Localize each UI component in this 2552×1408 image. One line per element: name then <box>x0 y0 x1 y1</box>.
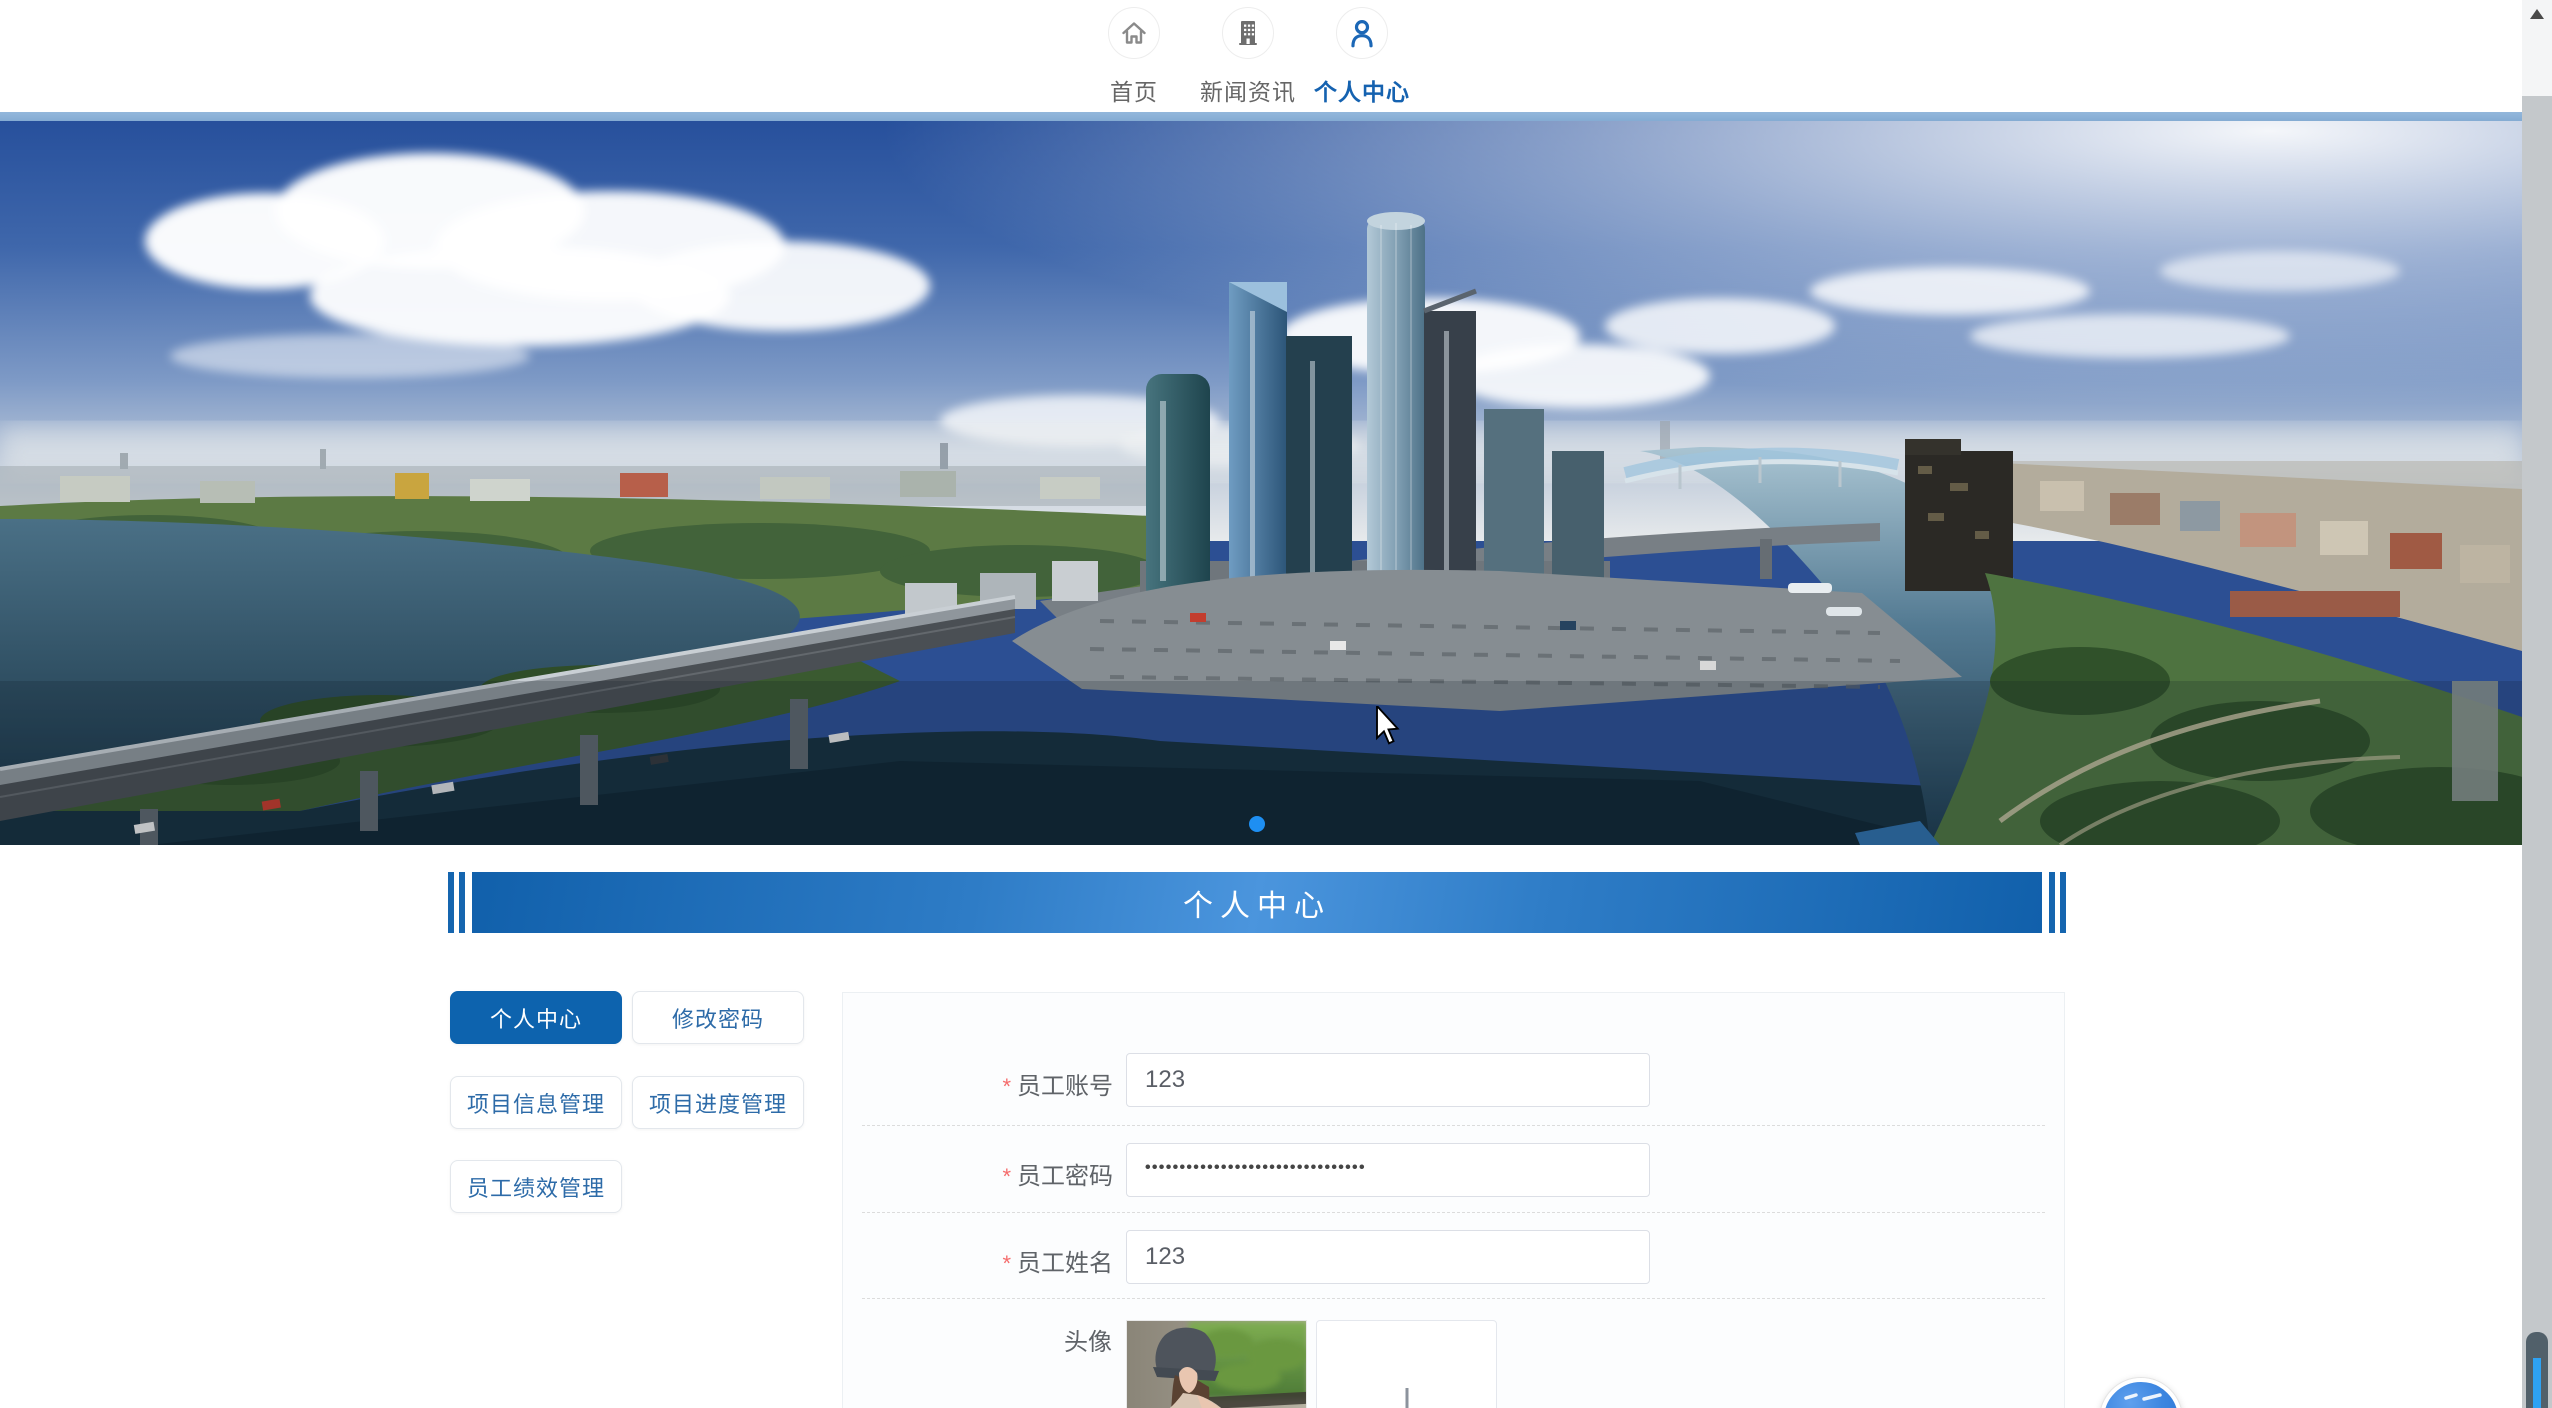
hero-carousel-slide <box>0 121 2522 845</box>
avatar-upload-button[interactable] <box>1316 1320 1497 1408</box>
plus-icon <box>1378 1382 1436 1408</box>
sidebar-item-profile[interactable]: 个人中心 <box>450 991 622 1044</box>
nav-label-news: 新闻资讯 <box>1200 73 1296 107</box>
row-separator <box>862 1212 2045 1213</box>
name-label: *员工姓名 <box>850 1243 1113 1278</box>
scroll-up-arrow-icon[interactable] <box>2530 9 2544 19</box>
sidebar-item-project-progress[interactable]: 项目进度管理 <box>632 1076 804 1129</box>
sidebar-item-project-info[interactable]: 项目信息管理 <box>450 1076 622 1129</box>
sidebar-item-performance[interactable]: 员工绩效管理 <box>450 1160 622 1213</box>
required-mark: * <box>1002 1074 1011 1099</box>
scrollbar-track[interactable] <box>2522 0 2552 1408</box>
nav-item-home[interactable]: 首页 <box>1077 0 1191 112</box>
scrollbar-top-cap <box>2522 0 2552 96</box>
section-banner: 个人中心 <box>448 872 2066 933</box>
password-input[interactable]: •••••••••••••••••••••••••••••••• <box>1126 1143 1650 1197</box>
nav-items: 首页 新闻资讯 <box>1077 0 1419 112</box>
sidebar-item-change-password[interactable]: 修改密码 <box>632 991 804 1044</box>
password-label: *员工密码 <box>850 1156 1113 1191</box>
page: 首页 新闻资讯 <box>0 0 2552 1408</box>
nav-item-profile[interactable]: 个人中心 <box>1305 0 1419 112</box>
banner-stripe <box>2049 872 2055 933</box>
banner-bar: 个人中心 <box>472 872 2042 933</box>
nav-underline <box>0 112 2552 121</box>
scrollbar-thumb[interactable] <box>2526 1332 2548 1408</box>
avatar-label: 头像 <box>850 1322 1112 1357</box>
nav-item-news[interactable]: 新闻资讯 <box>1191 0 1305 112</box>
banner-title: 个人中心 <box>1183 881 1331 925</box>
top-navbar: 首页 新闻资讯 <box>0 0 2522 112</box>
scrollbar-thumb-accent <box>2533 1358 2541 1408</box>
user-icon <box>1336 7 1388 59</box>
nav-label-profile: 个人中心 <box>1314 73 1410 107</box>
name-input[interactable] <box>1126 1230 1650 1284</box>
banner-stripe <box>448 872 454 933</box>
password-masked-value: •••••••••••••••••••••••••••••••• <box>1145 1159 1366 1177</box>
building-icon <box>1222 7 1274 59</box>
row-separator <box>862 1125 2045 1126</box>
account-label: *员工账号 <box>850 1066 1113 1101</box>
required-mark: * <box>1002 1164 1011 1189</box>
row-separator <box>862 1298 2045 1299</box>
home-icon <box>1108 7 1160 59</box>
required-mark: * <box>1002 1251 1011 1276</box>
carousel-dot-active[interactable] <box>1249 816 1265 832</box>
avatar-image[interactable] <box>1126 1320 1307 1408</box>
floating-service-button[interactable] <box>2100 1378 2182 1408</box>
city-panorama-image <box>0 121 2522 845</box>
account-input[interactable] <box>1126 1053 1650 1107</box>
banner-stripe <box>459 872 465 933</box>
nav-label-home: 首页 <box>1110 73 1158 107</box>
banner-stripe <box>2060 872 2066 933</box>
